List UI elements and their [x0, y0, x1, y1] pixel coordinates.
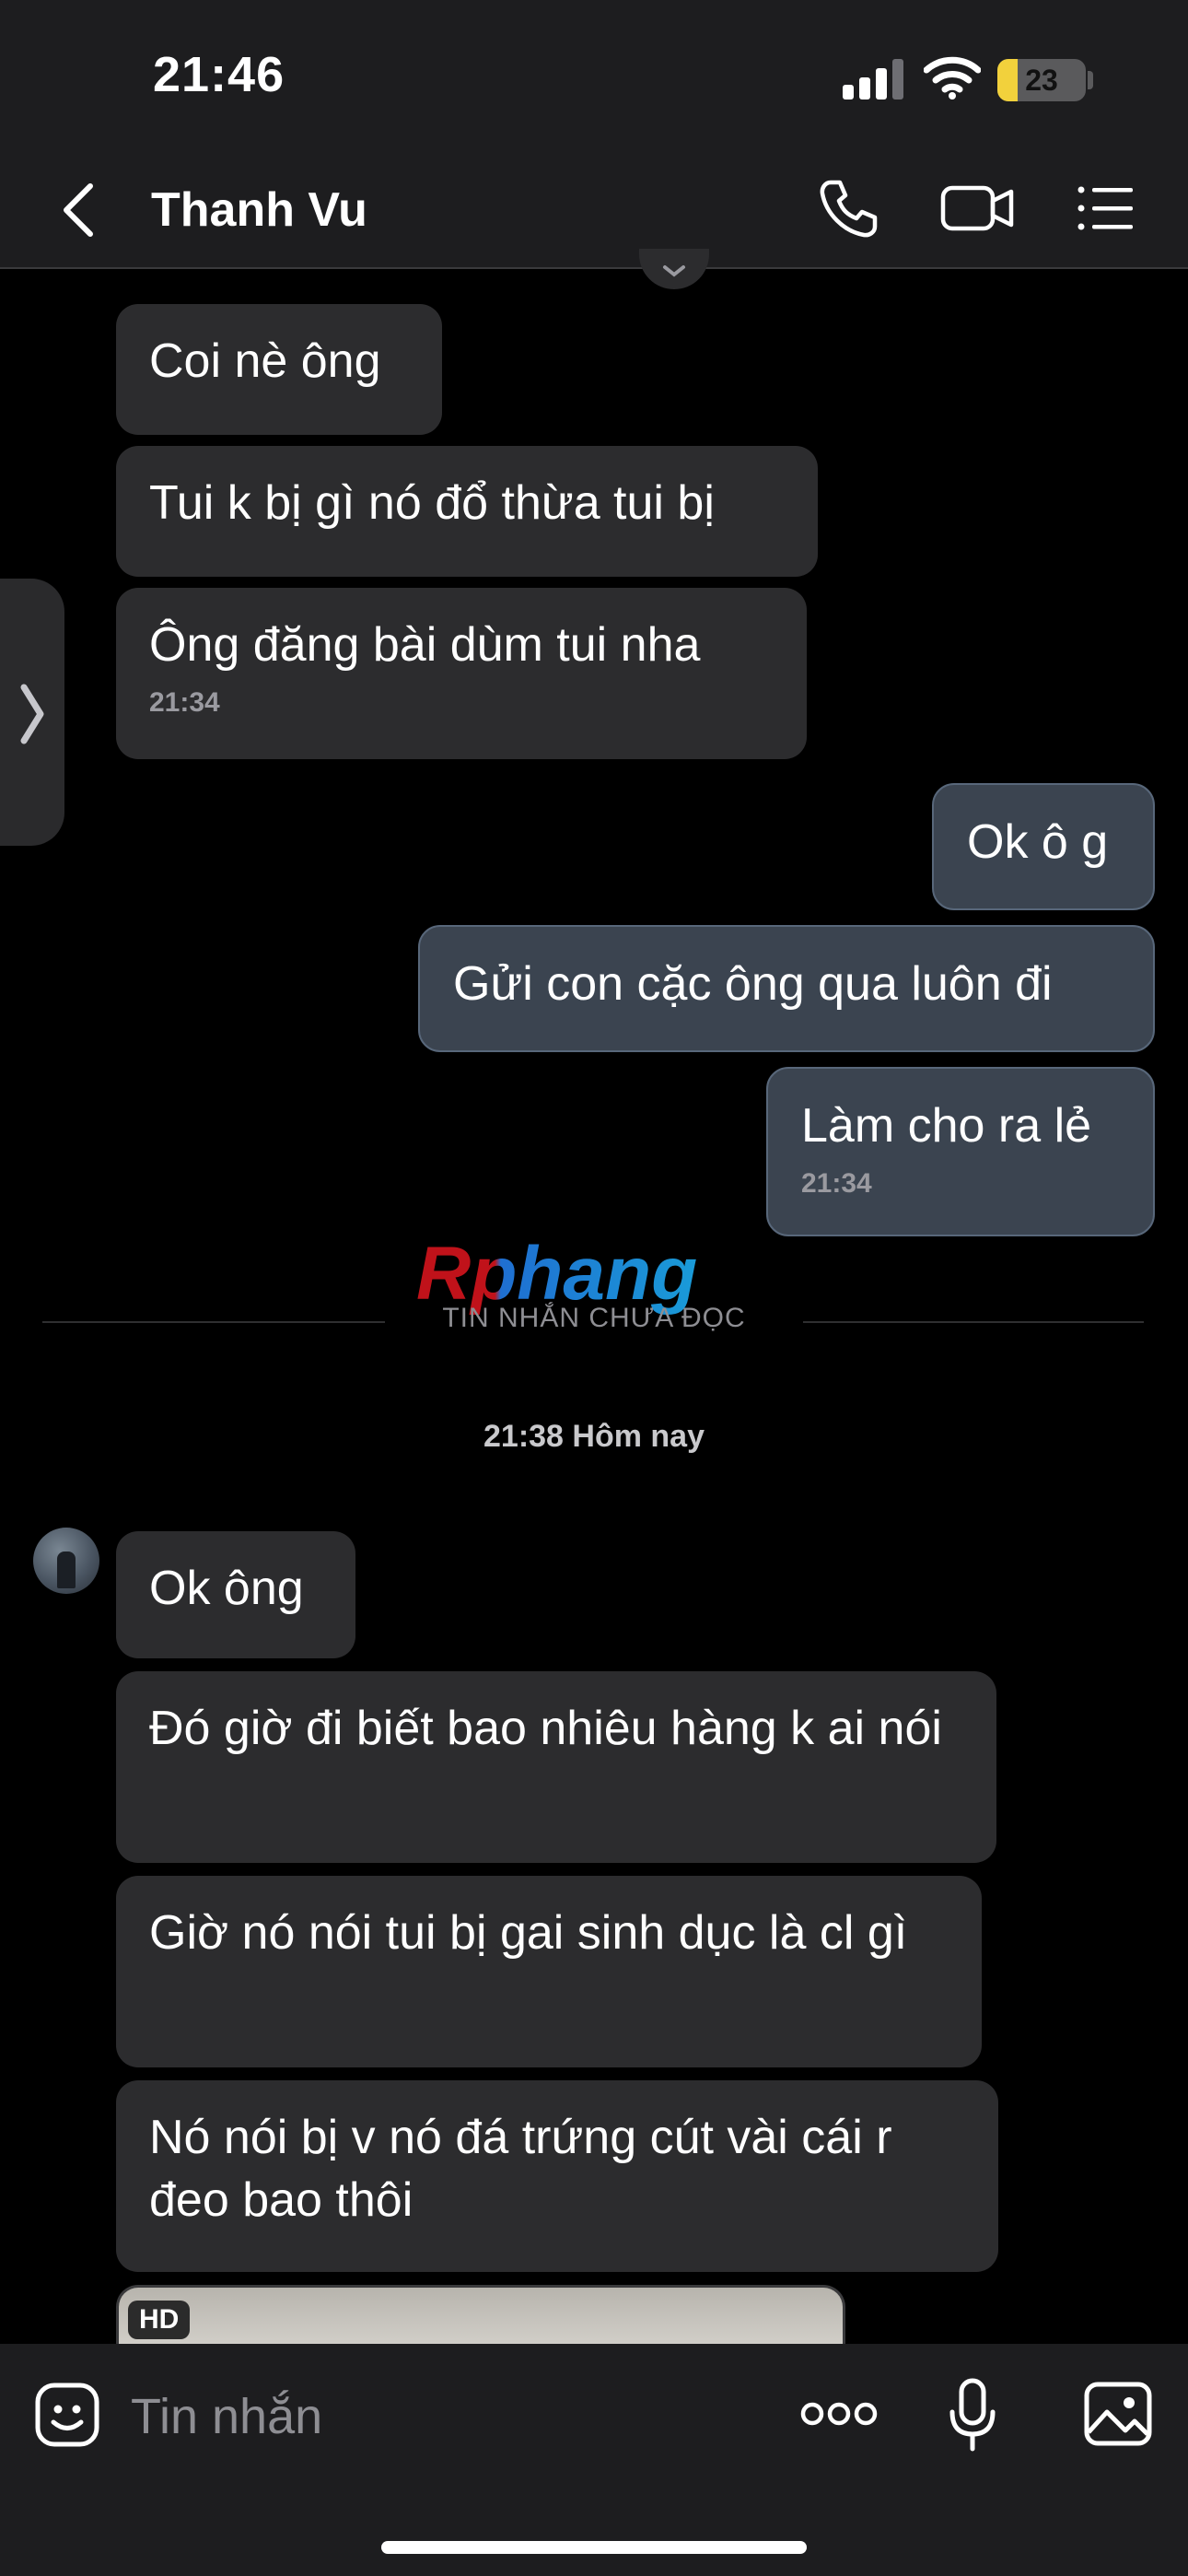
message-text: Ok ô g [967, 815, 1109, 869]
sticker-emoji-icon[interactable] [33, 2381, 101, 2449]
scroll-down-chip[interactable] [639, 249, 709, 289]
divider-line-left [42, 1321, 385, 1323]
message-text: Đó giờ đi biết bao nhiêu hàng k ai nói [149, 1702, 942, 1755]
microphone-icon[interactable] [947, 2377, 998, 2454]
message-time: 21:34 [149, 687, 220, 718]
message-bubble-incoming[interactable]: Tui k bị gì nó đổ thừa tui bị [116, 446, 818, 577]
message-bubble-outgoing[interactable]: Làm cho ra lẻ 21:34 [766, 1067, 1155, 1236]
side-drawer-tab[interactable] [0, 579, 64, 846]
contact-avatar[interactable] [33, 1528, 99, 1594]
back-chevron-icon[interactable] [57, 181, 103, 240]
message-bubble-incoming[interactable]: Ông đăng bài dùm tui nha 21:34 [116, 588, 807, 759]
chevron-right-icon [20, 684, 44, 744]
message-bubble-outgoing[interactable]: Ok ô g [932, 783, 1155, 910]
video-camera-icon[interactable] [939, 175, 1017, 241]
message-text: Coi nè ông [149, 334, 381, 388]
signal-icon [843, 59, 903, 100]
hd-badge: HD [128, 2301, 191, 2339]
image-gallery-icon[interactable] [1083, 2381, 1153, 2447]
more-options-icon[interactable] [799, 2394, 879, 2434]
wifi-icon [924, 56, 981, 100]
message-text: Tui k bị gì nó đổ thừa tui bị [149, 476, 715, 530]
header-divider [0, 267, 1188, 269]
message-text: Giờ nó nói tui bị gai sinh dục là cl gì [149, 1906, 908, 1960]
message-text: Nó nói bị v nó đá trứng cút vài cái r đe… [149, 2111, 892, 2227]
unread-messages-label: TIN NHẮN CHƯA ĐỌC [442, 1303, 746, 1333]
message-text: Ok ông [149, 1562, 304, 1615]
message-bubble-outgoing[interactable]: Gửi con cặc ông qua luôn đi [418, 925, 1155, 1052]
message-bubble-incoming[interactable]: Coi nè ông [116, 304, 442, 435]
message-bubble-incoming[interactable]: Đó giờ đi biết bao nhiêu hàng k ai nói [116, 1671, 996, 1863]
battery-cap [1088, 71, 1093, 89]
chevron-down-icon [663, 265, 685, 277]
battery-icon: 23 [997, 59, 1086, 101]
message-input[interactable] [129, 2377, 777, 2456]
message-bubble-incoming[interactable]: Ok ông [116, 1531, 355, 1658]
divider-line-right [803, 1321, 1144, 1323]
home-indicator [381, 2541, 807, 2554]
phone-icon[interactable] [816, 175, 882, 241]
date-separator: 21:38 Hôm nay [483, 1419, 705, 1454]
status-time: 21:46 [153, 47, 285, 102]
message-bubble-incoming[interactable]: Nó nói bị v nó đá trứng cút vài cái r đe… [116, 2080, 998, 2272]
message-text: Làm cho ra lẻ [801, 1099, 1092, 1153]
message-bubble-incoming[interactable]: Giờ nó nói tui bị gai sinh dục là cl gì [116, 1876, 982, 2067]
battery-percent: 23 [1025, 64, 1058, 97]
message-time: 21:34 [801, 1168, 872, 1199]
message-text: Ông đăng bài dùm tui nha [149, 618, 701, 672]
list-menu-icon[interactable] [1072, 175, 1138, 241]
conversation-title[interactable]: Thanh Vu [151, 181, 367, 240]
avatar-figure [57, 1551, 76, 1588]
message-text: Gửi con cặc ông qua luôn đi [453, 957, 1053, 1011]
